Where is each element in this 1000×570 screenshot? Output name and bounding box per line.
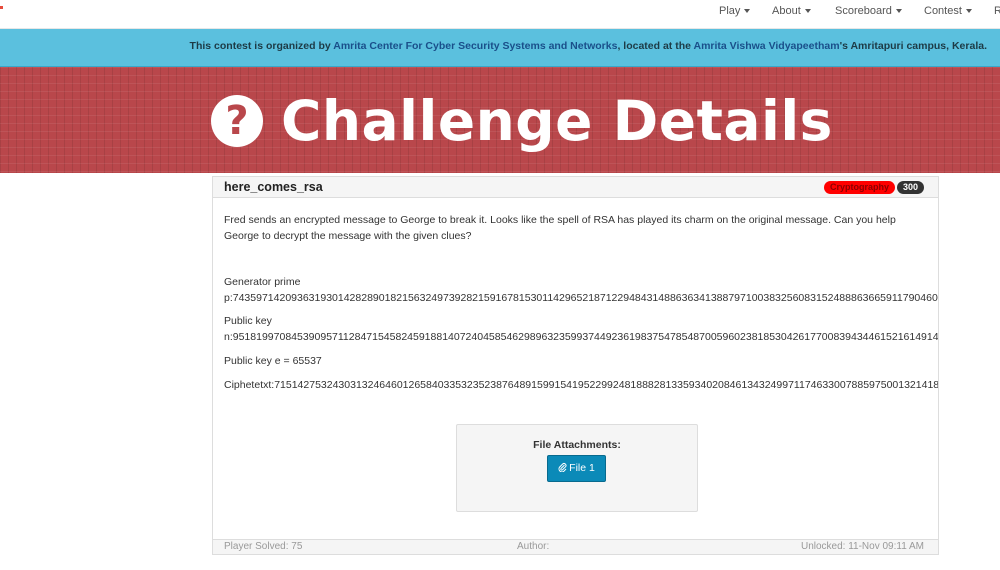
contest-info-bar: This contest is organized by Amrita Cent… bbox=[0, 29, 1000, 67]
challenge-description: Fred sends an encrypted message to Georg… bbox=[224, 214, 896, 242]
challenge-name: here_comes_rsa bbox=[224, 180, 323, 194]
question-circle-icon: ? bbox=[211, 95, 263, 147]
page-title: Challenge Details bbox=[281, 89, 833, 153]
nav-more[interactable]: R bbox=[994, 0, 1000, 22]
banner-content: ? Challenge Details bbox=[211, 89, 833, 153]
public-exponent: Public key e = 65537 bbox=[224, 355, 322, 367]
nav-about[interactable]: About bbox=[772, 0, 811, 22]
author: Author: bbox=[517, 541, 550, 552]
paperclip-icon bbox=[558, 463, 567, 473]
public-key: Public key n:951819970845390957112847154… bbox=[224, 315, 939, 343]
generator-prime: Generator prime p:7435971420936319301428… bbox=[224, 276, 939, 304]
caret-down-icon bbox=[804, 9, 811, 14]
caret-down-icon bbox=[965, 9, 972, 14]
top-navbar: Play About Scoreboard Contest R bbox=[0, 0, 1000, 29]
page-banner: ? Challenge Details bbox=[0, 67, 1000, 173]
unlocked-time: Unlocked: 11-Nov 09:11 AM bbox=[800, 541, 924, 552]
navbar-edge-mark bbox=[0, 6, 3, 9]
file-1-button[interactable]: File 1 bbox=[547, 455, 606, 482]
challenge-badges: Cryptography 300 bbox=[823, 181, 924, 194]
file-attachments-box: File Attachments: File 1 bbox=[456, 424, 698, 512]
contest-info-text: This contest is organized by Amrita Cent… bbox=[189, 40, 987, 52]
organizer-link[interactable]: Amrita Center For Cyber Security Systems… bbox=[333, 40, 617, 52]
challenge-body: Fred sends an encrypted message to Georg… bbox=[213, 198, 938, 393]
ciphertext: Ciphetetxt:71514275324303132464601265840… bbox=[224, 379, 939, 391]
challenge-footer: Player Solved: 75 Author: Unlocked: 11-N… bbox=[212, 539, 939, 555]
nav-contest[interactable]: Contest bbox=[924, 0, 972, 22]
players-solved: Player Solved: 75 bbox=[224, 541, 303, 552]
challenge-header: here_comes_rsa Cryptography 300 bbox=[213, 177, 938, 198]
caret-down-icon bbox=[895, 9, 902, 14]
points-badge: 300 bbox=[896, 181, 924, 194]
attachments-title: File Attachments: bbox=[533, 439, 621, 451]
university-link[interactable]: Amrita Vishwa Vidyapeetham bbox=[693, 40, 839, 52]
category-badge: Cryptography bbox=[823, 181, 895, 194]
caret-down-icon bbox=[744, 9, 751, 14]
challenge-panel: here_comes_rsa Cryptography 300 Fred sen… bbox=[212, 176, 939, 539]
nav-scoreboard[interactable]: Scoreboard bbox=[835, 0, 902, 22]
nav-play[interactable]: Play bbox=[719, 0, 751, 22]
